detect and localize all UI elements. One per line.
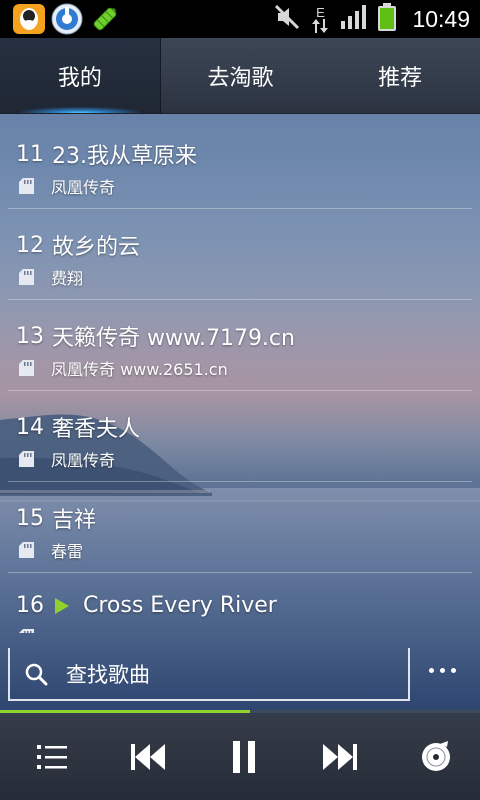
- more-dots-icon[interactable]: [420, 650, 464, 690]
- tab-my-music[interactable]: 我的: [0, 38, 161, 113]
- disc-icon[interactable]: [418, 739, 454, 775]
- track-number: 16: [16, 593, 44, 618]
- song-row-now-playing[interactable]: 16 Cross Every River: [8, 573, 472, 633]
- search-field[interactable]: 查找歌曲: [8, 648, 410, 701]
- track-number: 12: [16, 232, 44, 258]
- sd-card-icon: [19, 629, 34, 633]
- song-title: 吉祥: [52, 508, 97, 533]
- sd-card-icon: [19, 360, 34, 376]
- muted-icon: [274, 4, 300, 34]
- song-row[interactable]: 11 23.我从草原来 凤凰传奇: [8, 118, 472, 209]
- clock-time: 10:49: [412, 5, 470, 32]
- signal-icon: [340, 5, 367, 33]
- tab-label: 推荐: [378, 65, 423, 91]
- previous-icon[interactable]: [130, 739, 166, 775]
- song-artist: 凤凰传奇: [51, 451, 116, 470]
- song-artist: 凤凰传奇 www.2651.cn: [51, 360, 228, 379]
- playlist-icon[interactable]: [34, 739, 70, 775]
- track-number: 11: [16, 141, 44, 167]
- track-number: 14: [16, 414, 44, 440]
- next-icon[interactable]: [322, 739, 358, 775]
- pause-icon[interactable]: [226, 739, 262, 775]
- song-title: Cross Every River: [83, 593, 277, 618]
- track-number: 13: [16, 323, 44, 349]
- song-row[interactable]: 13 天籁传奇 www.7179.cn 凤凰传奇 www.2651.cn: [8, 300, 472, 391]
- search-placeholder: 查找歌曲: [66, 662, 150, 687]
- status-bar: E 10:49: [0, 0, 480, 38]
- music-app-icon: [50, 3, 84, 35]
- active-tab-indicator: [20, 107, 140, 113]
- tab-bar: 我的 去淘歌 推荐: [0, 38, 480, 114]
- tab-label: 去淘歌: [207, 65, 274, 91]
- dot: [439, 667, 445, 673]
- battery-tool-icon: [88, 3, 122, 35]
- track-number: 15: [16, 505, 44, 531]
- song-title: 23.我从草原来: [52, 144, 197, 169]
- tab-recommend[interactable]: 推荐: [320, 38, 480, 113]
- dot: [428, 667, 434, 673]
- song-title: 奢香夫人: [52, 417, 141, 442]
- edge-data-icon: E: [312, 4, 329, 33]
- qq-penguin-icon: [12, 3, 46, 35]
- tab-discover-songs[interactable]: 去淘歌: [161, 38, 321, 113]
- song-row[interactable]: 15 吉祥 春雷: [8, 482, 472, 573]
- song-title: 故乡的云: [52, 235, 141, 260]
- song-artist: 凤凰传奇: [51, 178, 116, 197]
- sd-card-icon: [19, 269, 34, 285]
- song-artist: 费翔: [51, 269, 84, 288]
- song-row[interactable]: 14 奢香夫人 凤凰传奇: [8, 391, 472, 482]
- song-list[interactable]: 11 23.我从草原来 凤凰传奇 12 故乡的云 费翔 13 天籁传奇 www.…: [8, 118, 472, 633]
- sd-card-icon: [19, 542, 34, 558]
- song-row[interactable]: 12 故乡的云 费翔: [8, 209, 472, 300]
- sd-card-icon: [19, 451, 34, 467]
- sd-card-icon: [19, 178, 34, 194]
- now-playing-icon: [55, 597, 69, 614]
- song-artist: 春雷: [51, 542, 84, 561]
- search-icon: [24, 662, 48, 686]
- tab-label: 我的: [57, 65, 102, 91]
- dot: [450, 667, 456, 673]
- song-title: 天籁传奇 www.7179.cn: [52, 326, 295, 351]
- data-type-label: E: [316, 4, 325, 20]
- player-control-bar: [0, 713, 480, 800]
- battery-icon: [378, 3, 397, 35]
